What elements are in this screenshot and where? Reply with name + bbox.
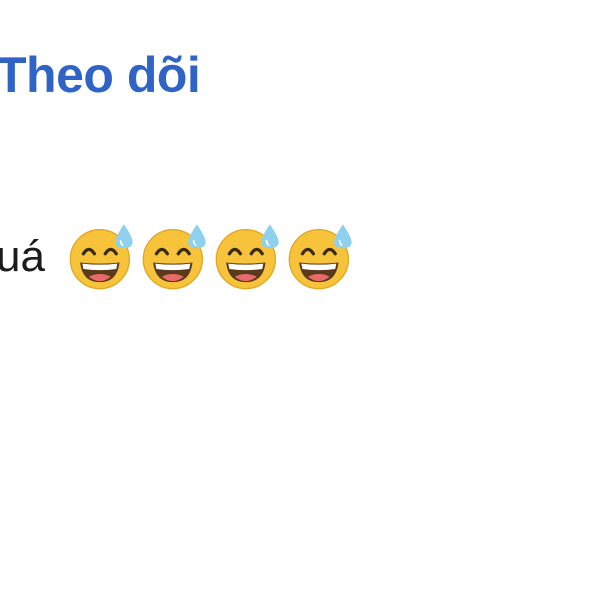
- comment-line: uá: [0, 222, 359, 292]
- grinning-face-with-sweat-icon: [288, 224, 352, 290]
- grinning-face-with-sweat-icon: [69, 224, 133, 290]
- emoji-row: [67, 222, 359, 292]
- follow-link[interactable]: Theo dõi: [0, 40, 201, 110]
- comment-text: uá: [0, 232, 45, 281]
- grinning-face-with-sweat-icon: [215, 224, 279, 290]
- grinning-face-with-sweat-icon: [142, 224, 206, 290]
